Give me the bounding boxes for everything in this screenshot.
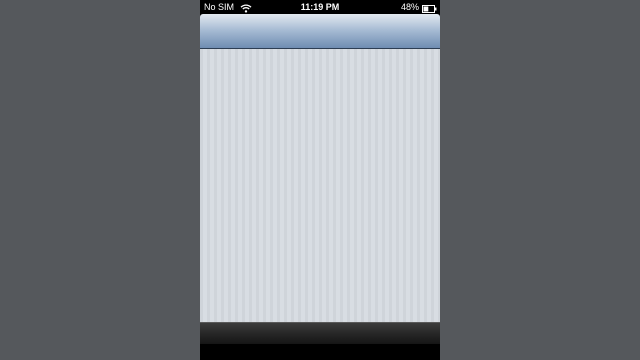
grouped-table-background[interactable] [200,49,440,322]
bottom-letterbox [200,344,440,360]
battery-percent: 48% [400,2,419,12]
battery-icon [422,3,437,13]
bottom-toolbar [200,322,440,345]
navigation-bar [200,14,440,49]
phone-screen: No SIM 11:19 PM 48% [200,0,440,360]
status-bar: No SIM 11:19 PM 48% [200,0,440,14]
status-right: 48% [401,0,437,14]
